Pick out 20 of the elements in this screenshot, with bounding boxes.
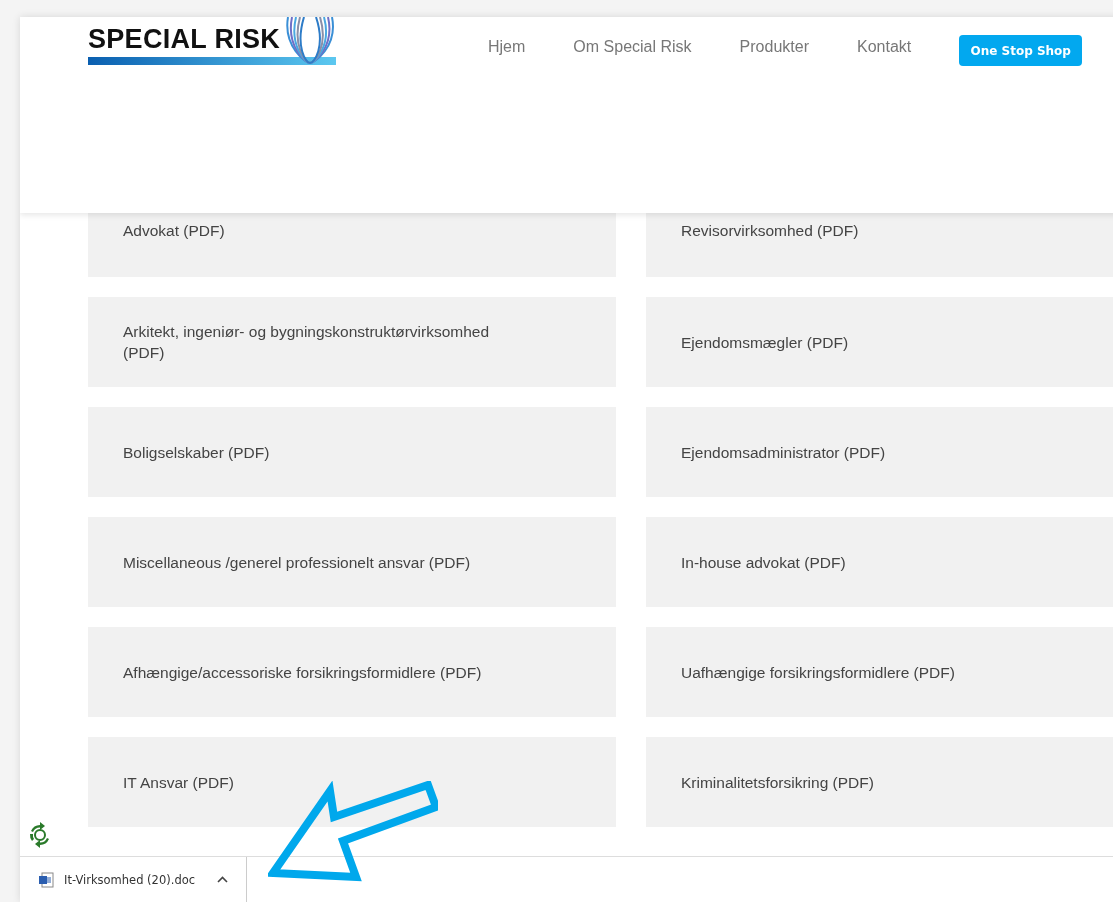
- download-item[interactable]: It-Virksomhed (20).doc: [20, 857, 248, 902]
- nav-link[interactable]: Kontakt: [856, 38, 912, 56]
- document-link[interactable]: Miscellaneous /generel professionelt ansvar (PDF): [88, 517, 616, 607]
- document-link[interactable]: IT Ansvar (PDF): [88, 737, 616, 827]
- nav-link[interactable]: Hjem: [488, 38, 526, 56]
- document-link[interactable]: Ejendomsadministrator (PDF): [646, 407, 1113, 497]
- caret-up-icon[interactable]: [217, 876, 229, 883]
- document-link[interactable]: Boligselskaber (PDF): [88, 407, 616, 497]
- nav-link[interactable]: Om Special Risk: [573, 38, 692, 56]
- document-link[interactable]: Advokat (PDF): [88, 213, 616, 277]
- document-link[interactable]: Revisorvirksomhed (PDF): [646, 213, 1113, 277]
- document-link[interactable]: Ejendomsmægler (PDF): [646, 297, 1113, 387]
- word-document-icon: [38, 871, 54, 888]
- document-link[interactable]: In-house advokat (PDF): [646, 517, 1113, 607]
- logo[interactable]: SPECIAL RISK: [88, 17, 336, 67]
- document-link[interactable]: Kriminalitetsforsikring (PDF): [646, 737, 1113, 827]
- document-link[interactable]: Uafhængige forsikringsformidlere (PDF): [646, 627, 1113, 717]
- nav-link[interactable]: Produkter: [739, 38, 809, 56]
- document-link[interactable]: Arkitekt, ingeniør- og bygningskonstruktørvirksomhed (PDF): [88, 297, 616, 387]
- document-link[interactable]: Afhængige/accessoriske forsikringsformidlere (PDF): [88, 627, 616, 717]
